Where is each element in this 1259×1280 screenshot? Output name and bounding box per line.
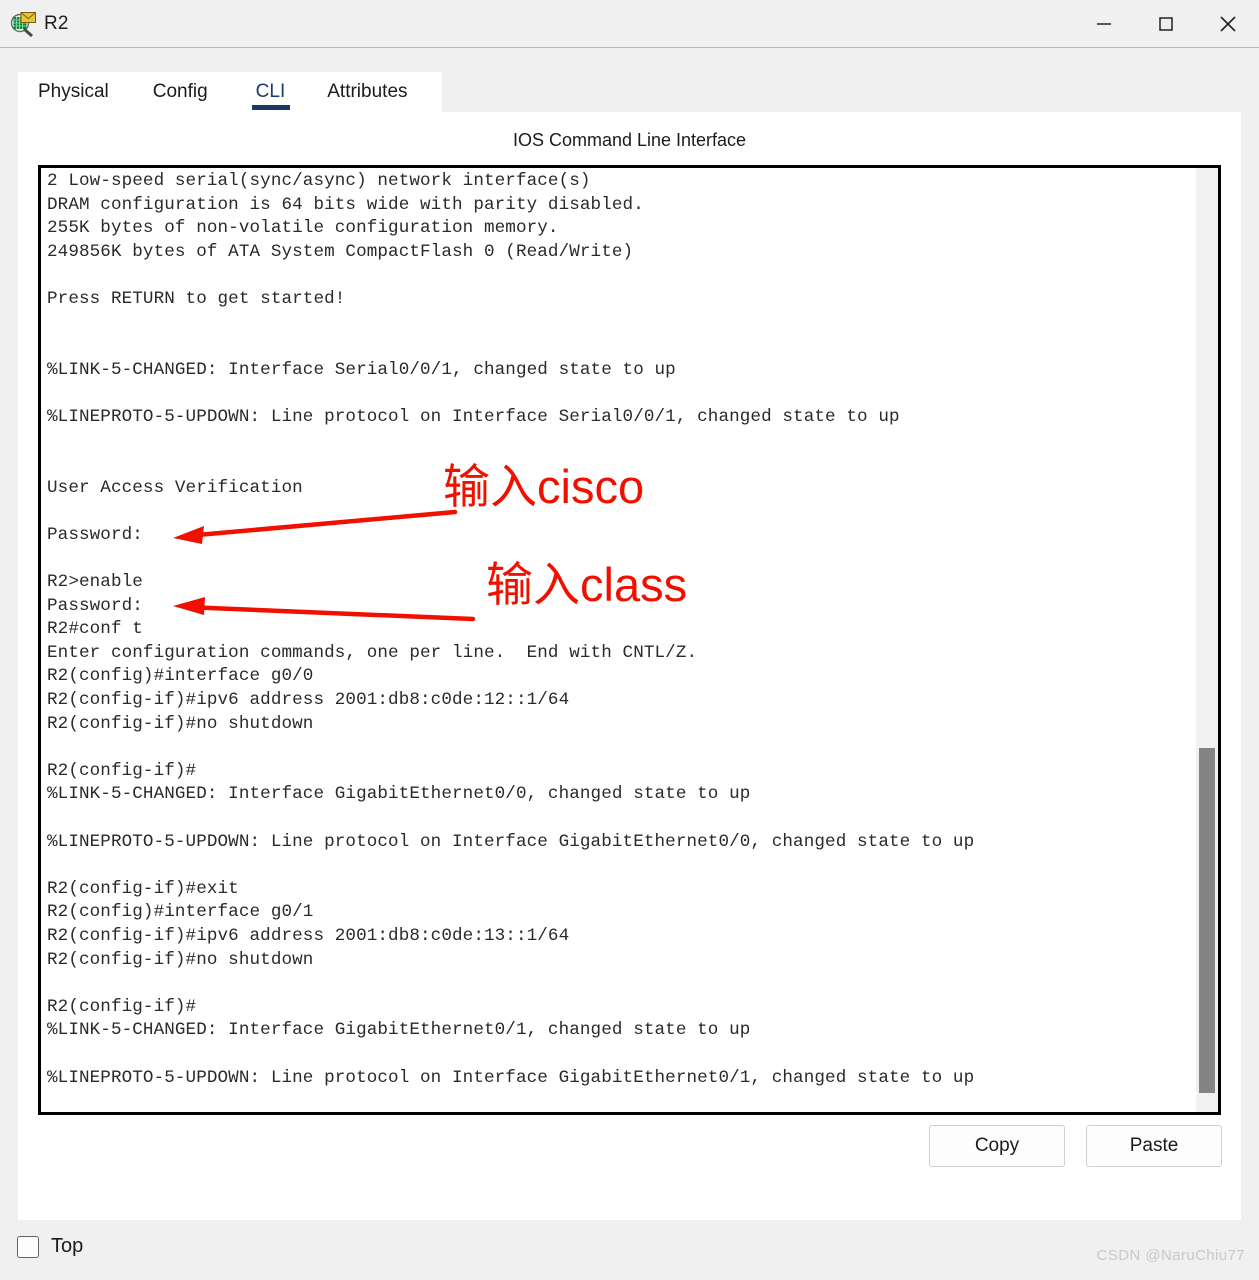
- terminal-line: %LINEPROTO-5-UPDOWN: Line protocol on In…: [47, 1067, 975, 1088]
- terminal-line: 2 Low-speed serial(sync/async) network i…: [47, 171, 591, 191]
- tab-physical-label: Physical: [38, 81, 109, 102]
- terminal-line: R2(config)#interface g0/1: [47, 902, 314, 923]
- terminal-line: 249856K bytes of ATA System CompactFlash…: [47, 241, 634, 262]
- paste-button[interactable]: Paste: [1086, 1125, 1222, 1167]
- terminal-line: R2(config)#interface g0/0: [47, 666, 314, 687]
- terminal-scrollbar-track[interactable]: [1196, 168, 1218, 1112]
- terminal-line: R2(config-if)#ipv6 address 2001:db8:c0de…: [47, 926, 570, 946]
- terminal-actions: Copy Paste: [929, 1125, 1222, 1167]
- terminal-line: R2(config-if)#exit: [47, 878, 239, 899]
- tab-config-label: Config: [152, 81, 208, 102]
- terminal-line: %LINK-5-CHANGED: Interface GigabitEthern…: [47, 784, 751, 805]
- terminal-line: 255K bytes of non-volatile configuration…: [47, 218, 559, 239]
- top-checkbox-label: Top: [51, 1235, 84, 1257]
- window-titlebar: R2: [0, 0, 1259, 48]
- terminal-output[interactable]: 2 Low-speed serial(sync/async) network i…: [47, 170, 1187, 1112]
- tab-bar: Physical Config CLI Attributes: [18, 72, 442, 113]
- terminal-line: R2(config-if)#: [47, 760, 197, 781]
- terminal-line: R2(config-if)#: [47, 996, 197, 1017]
- tab-attributes-label: Attributes: [327, 81, 408, 102]
- tab-config[interactable]: Config: [153, 72, 208, 103]
- terminal-line: Press RETURN to get started!: [47, 288, 346, 309]
- window-title: R2: [44, 12, 69, 34]
- maximize-icon[interactable]: [1135, 0, 1197, 47]
- tab-attributes[interactable]: Attributes: [327, 72, 407, 103]
- terminal-line: %LINEPROTO-5-UPDOWN: Line protocol on In…: [47, 831, 975, 852]
- terminal-line: %LINEPROTO-5-UPDOWN: Line protocol on In…: [47, 406, 900, 427]
- tab-cli-label: CLI: [255, 81, 286, 102]
- terminal-line: %LINK-5-CHANGED: Interface Serial0/0/1, …: [47, 359, 676, 380]
- top-checkbox-group[interactable]: Top: [17, 1235, 83, 1258]
- terminal-line: Password:: [47, 524, 143, 545]
- tab-physical[interactable]: Physical: [38, 72, 109, 103]
- terminal-line: R2(config-if)#no shutdown: [47, 949, 314, 970]
- close-icon[interactable]: [1197, 0, 1259, 47]
- terminal-line: User Access Verification: [47, 477, 303, 498]
- minimize-icon[interactable]: [1073, 0, 1135, 47]
- bottom-bar: Top CSDN @NaruChiu77: [0, 1225, 1259, 1280]
- copy-button[interactable]: Copy: [929, 1125, 1065, 1167]
- inspect-magnifier-icon: [9, 10, 37, 38]
- terminal-line: Password:: [47, 595, 143, 616]
- top-checkbox[interactable]: [17, 1235, 39, 1258]
- terminal-scrollbar-thumb[interactable]: [1199, 748, 1215, 1093]
- tab-active-underline: [251, 105, 291, 110]
- terminal-line: %LINK-5-CHANGED: Interface GigabitEthern…: [47, 1020, 751, 1041]
- terminal-line: Enter configuration commands, one per li…: [47, 642, 698, 663]
- terminal-line: R2(config-if)#no shutdown: [47, 713, 314, 734]
- tab-cli[interactable]: CLI: [251, 72, 291, 110]
- cli-panel: IOS Command Line Interface 2 Low-speed s…: [18, 112, 1241, 1220]
- window-title-group: R2: [0, 10, 69, 38]
- window-controls: [1073, 0, 1259, 47]
- terminal-line: R2#conf t: [47, 619, 143, 640]
- terminal-line: DRAM configuration is 64 bits wide with …: [47, 194, 644, 215]
- terminal-container[interactable]: 2 Low-speed serial(sync/async) network i…: [38, 165, 1221, 1115]
- terminal-line: R2(config-if)#ipv6 address 2001:db8:c0de…: [47, 690, 570, 711]
- terminal-line: R2>enable: [47, 572, 143, 593]
- watermark: CSDN @NaruChiu77: [1096, 1247, 1245, 1264]
- panel-title: IOS Command Line Interface: [512, 130, 747, 150]
